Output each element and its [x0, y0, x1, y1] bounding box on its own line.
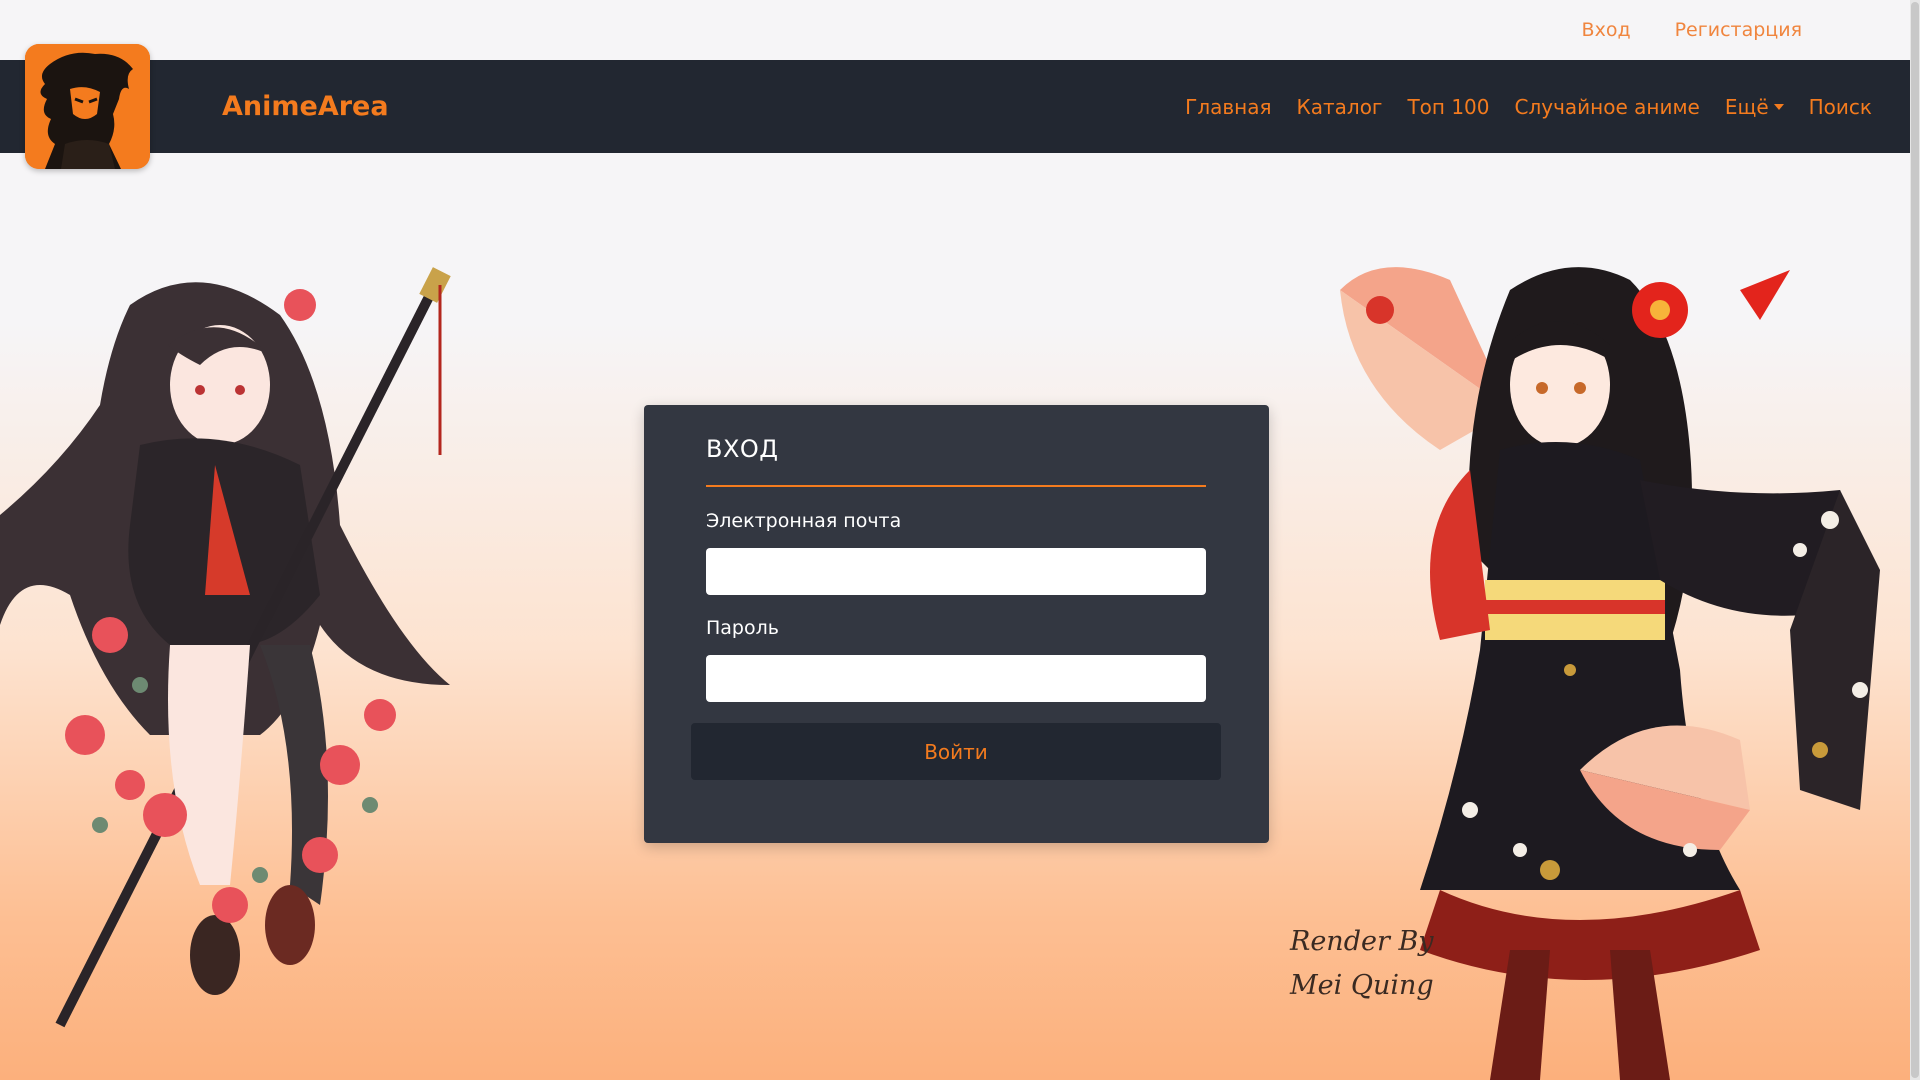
caret-down-icon: [1773, 103, 1784, 110]
nav-item-top100[interactable]: Топ 100: [1407, 95, 1489, 119]
nav-item-search[interactable]: Поиск: [1809, 95, 1872, 119]
login-submit-button[interactable]: Войти: [691, 723, 1221, 780]
login-card: ВХОД Электронная почта Пароль Войти: [644, 405, 1269, 843]
nav-item-catalog[interactable]: Каталог: [1297, 95, 1383, 119]
signature-line-1: Render By: [1290, 926, 1434, 957]
brand-name[interactable]: AnimeArea: [222, 60, 389, 153]
page-scrollbar[interactable]: [1910, 0, 1920, 1080]
password-field[interactable]: [706, 655, 1206, 702]
register-link[interactable]: Регистарция: [1675, 19, 1802, 41]
nav-menu: Главная Каталог Топ 100 Случайное аниме …: [1185, 60, 1872, 153]
auth-links: Вход Регистарция: [0, 0, 1910, 60]
left-character-illustration: [0, 267, 451, 1028]
password-label: Пароль: [706, 617, 779, 639]
nav-item-more-label: Ещё: [1724, 94, 1769, 119]
site-logo[interactable]: [25, 44, 150, 169]
nav-item-home[interactable]: Главная: [1185, 95, 1271, 119]
login-title: ВХОД: [706, 435, 779, 463]
nav-item-more[interactable]: Ещё: [1725, 95, 1784, 119]
artist-signature: Render By Mei Quing: [1290, 920, 1450, 1008]
scrollbar-thumb[interactable]: [1911, 2, 1919, 1078]
email-label: Электронная почта: [706, 510, 902, 532]
nav-item-random[interactable]: Случайное аниме: [1515, 95, 1700, 119]
title-divider: [706, 485, 1206, 487]
logo-character-icon: [25, 44, 150, 169]
signature-line-2: Mei Quing: [1290, 970, 1434, 1001]
login-link[interactable]: Вход: [1582, 19, 1631, 41]
email-field[interactable]: [706, 548, 1206, 595]
